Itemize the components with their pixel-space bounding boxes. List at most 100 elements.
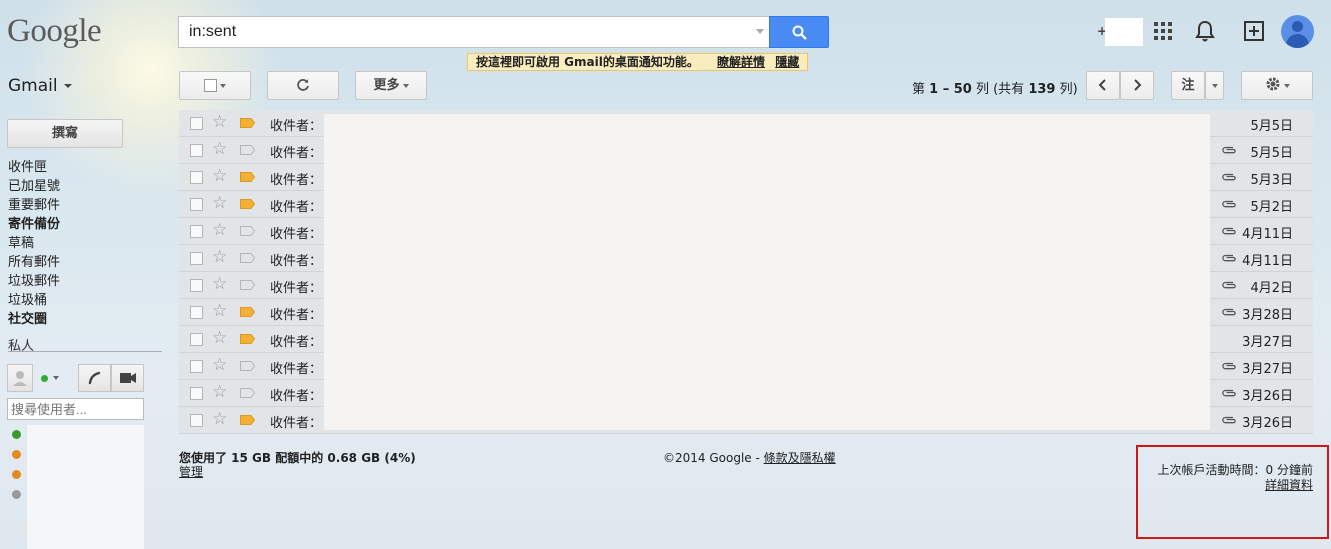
star-icon[interactable]: ☆ (212, 411, 227, 428)
star-icon[interactable]: ☆ (212, 276, 227, 293)
people-search-input[interactable] (7, 398, 144, 420)
settings-button[interactable] (1241, 71, 1313, 100)
notification-hide-link[interactable]: 隱藏 (775, 55, 799, 69)
row-checkbox[interactable] (190, 252, 203, 265)
row-checkbox[interactable] (190, 360, 203, 373)
notification-learn-more-link[interactable]: 瞭解詳情 (717, 55, 765, 69)
attachment-paperclip-icon (1222, 308, 1236, 316)
attachment-paperclip-icon (1222, 281, 1236, 289)
star-icon[interactable]: ☆ (212, 141, 227, 158)
input-tools-menu-button[interactable] (1205, 71, 1224, 100)
star-icon[interactable]: ☆ (212, 330, 227, 347)
sidebar-item-inbox[interactable]: 收件匣 (8, 158, 60, 177)
importance-marker-icon[interactable] (240, 307, 255, 317)
star-icon[interactable]: ☆ (212, 195, 227, 212)
star-icon[interactable]: ☆ (212, 168, 227, 185)
recipient-label: 收件者： (270, 389, 323, 404)
input-tools-label: 注 (1181, 78, 1195, 93)
importance-marker-icon[interactable] (240, 118, 255, 128)
importance-marker-icon[interactable] (240, 226, 255, 236)
sidebar-item-drafts[interactable]: 草稿 (8, 234, 60, 253)
more-actions-button[interactable]: 更多 (355, 71, 427, 100)
star-icon[interactable]: ☆ (212, 357, 227, 374)
google-plus-name-field[interactable] (1105, 18, 1143, 46)
compose-button[interactable]: 撰寫 (7, 119, 123, 148)
importance-marker-icon[interactable] (240, 361, 255, 371)
importance-marker-icon[interactable] (240, 199, 255, 209)
phone-call-button[interactable] (78, 364, 111, 392)
star-icon[interactable]: ☆ (212, 303, 227, 320)
importance-marker-icon[interactable] (240, 334, 255, 344)
recipient-label: 收件者： (270, 416, 323, 431)
input-tools-button[interactable]: 注 (1171, 71, 1205, 100)
recipient-label: 收件者： (270, 227, 323, 242)
importance-marker-icon[interactable] (240, 145, 255, 155)
chevron-left-icon (1098, 78, 1106, 91)
person-icon (13, 371, 27, 386)
notification-enable-link[interactable]: 按這裡即可啟用 Gmail的桌面通知功能。 (476, 55, 699, 69)
row-checkbox[interactable] (190, 225, 203, 238)
row-checkbox[interactable] (190, 387, 203, 400)
row-checkbox[interactable] (190, 171, 203, 184)
chat-profile-button[interactable] (7, 364, 33, 392)
importance-marker-icon[interactable] (240, 388, 255, 398)
video-call-button[interactable] (111, 364, 144, 392)
gmail-app-switcher[interactable]: Gmail (8, 76, 72, 96)
terms-privacy-link[interactable]: 條款及隱私權 (764, 451, 836, 465)
select-all-button[interactable] (179, 71, 251, 100)
share-add-icon[interactable] (1243, 20, 1265, 42)
star-icon[interactable]: ☆ (212, 114, 227, 131)
checkbox-icon (204, 79, 217, 92)
row-checkbox[interactable] (190, 306, 203, 319)
importance-marker-icon[interactable] (240, 415, 255, 425)
manage-storage-link[interactable]: 管理 (179, 463, 203, 480)
row-checkbox[interactable] (190, 198, 203, 211)
mail-date: 3月27日 (1242, 335, 1293, 350)
importance-marker-icon[interactable] (240, 253, 255, 263)
importance-marker-icon[interactable] (240, 172, 255, 182)
account-avatar[interactable] (1281, 15, 1314, 48)
row-checkbox[interactable] (190, 333, 203, 346)
star-icon[interactable]: ☆ (212, 384, 227, 401)
sidebar-item-spam[interactable]: 垃圾郵件 (8, 272, 60, 291)
search-input[interactable] (179, 17, 754, 47)
sidebar-item-social[interactable]: 社交圈 (8, 310, 60, 329)
google-logo[interactable]: Google (7, 13, 102, 50)
attachment-paperclip-icon (1222, 389, 1236, 397)
mail-date: 3月26日 (1242, 416, 1293, 431)
newer-page-button[interactable] (1086, 71, 1120, 100)
refresh-button[interactable] (267, 71, 339, 100)
recipient-label: 收件者： (270, 173, 323, 188)
contact-list[interactable] (27, 425, 144, 549)
search-box[interactable] (178, 16, 770, 48)
row-checkbox[interactable] (190, 144, 203, 157)
older-page-button[interactable] (1120, 71, 1154, 100)
phone-icon (88, 371, 101, 385)
star-icon[interactable]: ☆ (212, 249, 227, 266)
sidebar-item-starred[interactable]: 已加星號 (8, 177, 60, 196)
sidebar-item-important[interactable]: 重要郵件 (8, 196, 60, 215)
more-label: 更多 (373, 78, 400, 93)
sidebar-item-sent[interactable]: 寄件備份 (8, 215, 60, 234)
search-icon (792, 25, 807, 40)
contact-status-offline-icon (12, 490, 21, 499)
search-button[interactable] (769, 16, 829, 48)
search-options-caret-icon[interactable] (756, 29, 764, 34)
apps-grid-icon[interactable] (1154, 22, 1172, 40)
chevron-down-icon[interactable] (53, 376, 59, 380)
sidebar-item-all-mail[interactable]: 所有郵件 (8, 253, 60, 272)
importance-marker-icon[interactable] (240, 280, 255, 290)
row-checkbox[interactable] (190, 117, 203, 130)
row-checkbox[interactable] (190, 279, 203, 292)
mail-date: 4月11日 (1242, 227, 1293, 242)
activity-details-link[interactable]: 詳細資料 (1265, 476, 1313, 493)
star-icon[interactable]: ☆ (212, 222, 227, 239)
status-online-icon[interactable] (41, 375, 48, 382)
attachment-paperclip-icon (1222, 254, 1236, 262)
row-checkbox[interactable] (190, 414, 203, 427)
sidebar-item-trash[interactable]: 垃圾桶 (8, 291, 60, 310)
notifications-bell-icon[interactable] (1195, 20, 1215, 42)
recipient-label: 收件者： (270, 335, 323, 350)
chevron-down-icon (63, 84, 72, 88)
divider (8, 351, 162, 352)
